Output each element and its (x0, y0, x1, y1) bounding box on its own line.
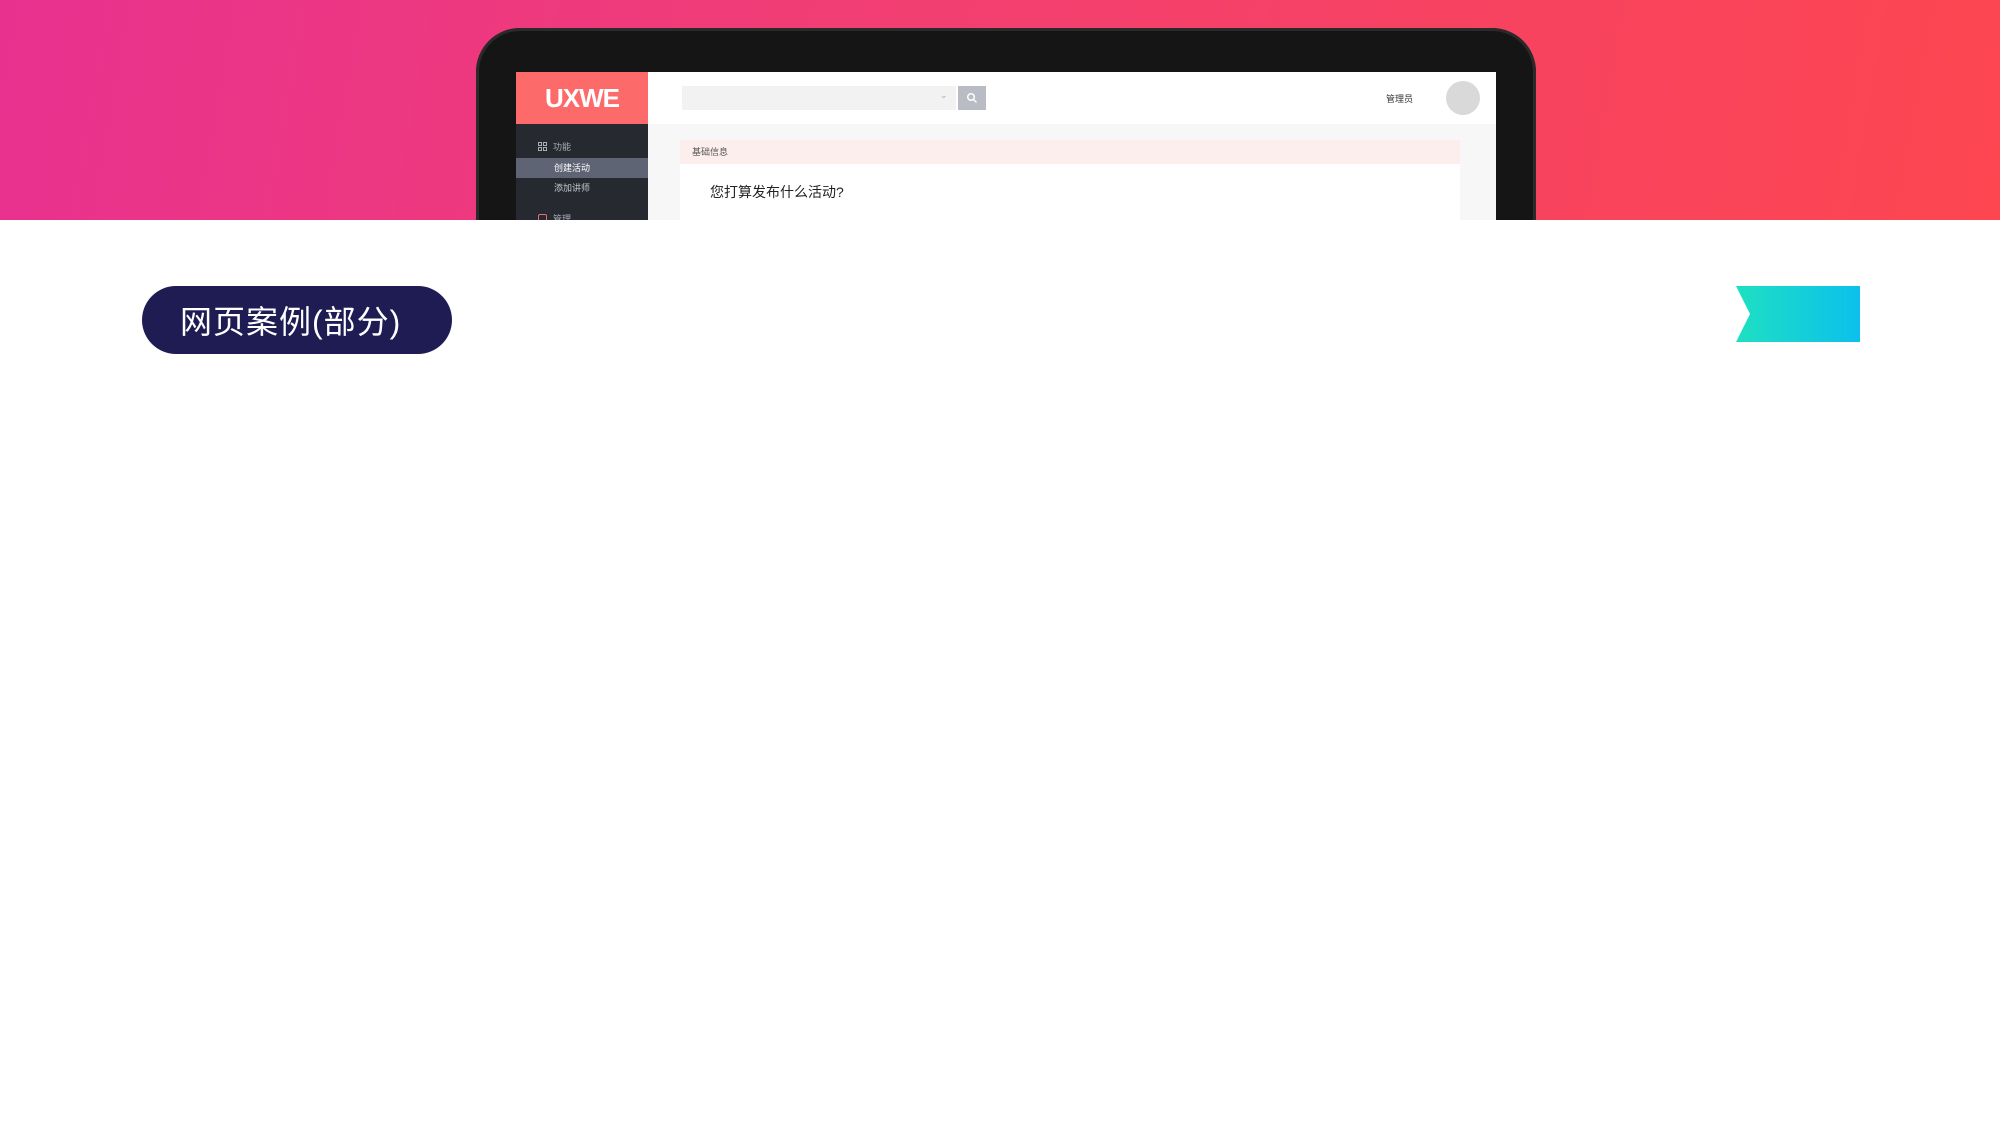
user-label[interactable]: 管理员 (1386, 92, 1413, 105)
ribbon-decoration (1736, 286, 1860, 342)
banner-title: 网页案例(部分) (180, 304, 402, 340)
manage-icon (538, 214, 547, 220)
activity-question: 您打算发布什么活动? (710, 184, 844, 200)
search-icon (966, 92, 978, 104)
sidebar-more-label: 管理 (553, 214, 572, 220)
sidebar-group-manage[interactable]: 管理 (538, 212, 571, 220)
avatar[interactable] (1446, 81, 1480, 115)
app-logo[interactable]: UXWE (516, 72, 648, 124)
section-title: 基础信息 (680, 140, 1460, 164)
content-panel: 基础信息 您打算发布什么活动? (680, 140, 1460, 220)
banner-title-pill: 网页案例(部分) (142, 286, 452, 354)
sidebar-group-functions[interactable]: 功能 (538, 138, 571, 154)
sidebar-item-add-lecturer[interactable]: 添加讲师 (516, 178, 648, 198)
logo-text: UXWE (545, 82, 620, 113)
sidebar-item-create-activity[interactable]: 创建活动 (516, 158, 648, 178)
chevron-down-icon[interactable]: ⌄ (940, 90, 948, 101)
search-button[interactable] (958, 86, 986, 110)
top-bar: ⌄ 管理员 (648, 72, 1496, 124)
app-screen: UXWE 功能 创建活动 添加讲师 管理 ⌄ 管理员 基础信息 您打算发布什么活… (516, 72, 1496, 220)
sidebar-group-label: 功能 (553, 141, 572, 152)
grid-icon (538, 141, 547, 151)
search-input[interactable] (682, 86, 956, 110)
sidebar: 功能 创建活动 添加讲师 管理 (516, 124, 648, 220)
hero-background: UXWE 功能 创建活动 添加讲师 管理 ⌄ 管理员 基础信息 您打算发布什么活… (0, 0, 2000, 220)
